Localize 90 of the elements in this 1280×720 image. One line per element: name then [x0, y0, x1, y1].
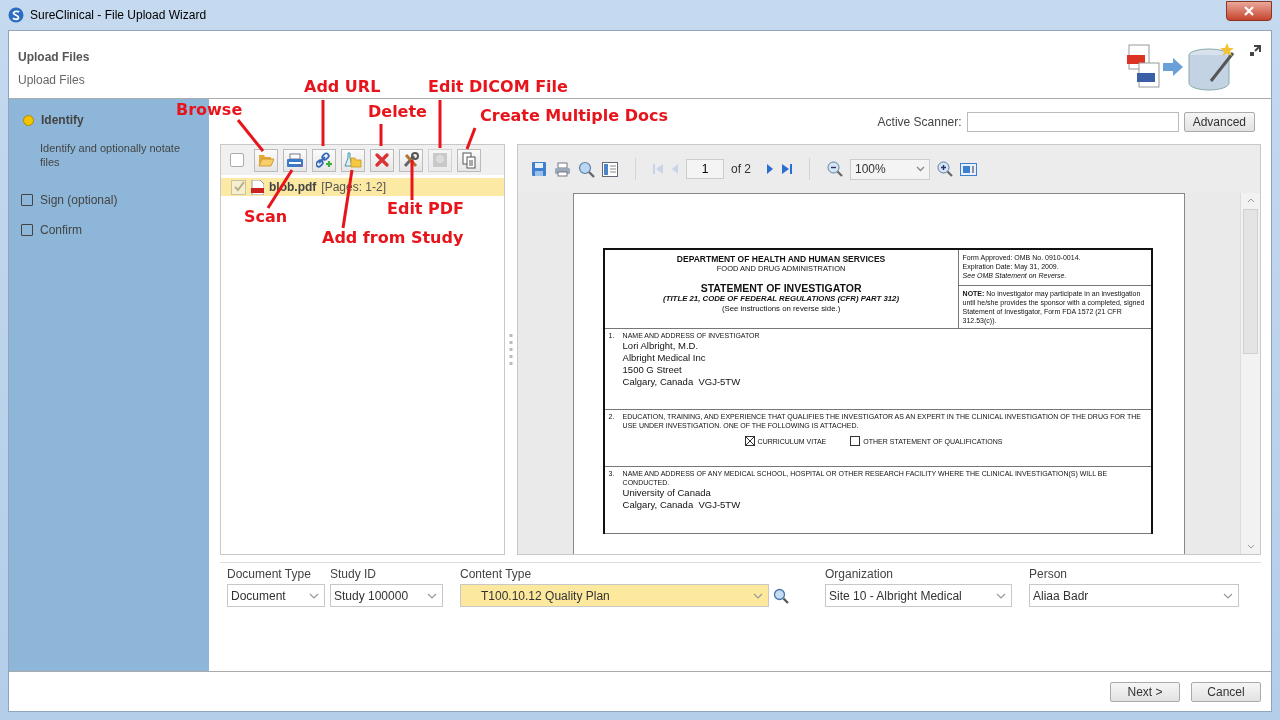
- section-text: Lori Albright, M.D.: [622, 340, 700, 352]
- documents-button[interactable]: [457, 148, 481, 172]
- leader-line: [438, 100, 442, 148]
- page-title: Upload Files: [18, 50, 90, 64]
- callout-label: Add URL: [304, 77, 381, 96]
- flask-folder-icon: [344, 152, 362, 168]
- callout-label: Edit DICOM File: [428, 77, 568, 96]
- scanner-button[interactable]: [283, 148, 307, 172]
- step-label[interactable]: Identify: [41, 113, 84, 127]
- footer-button[interactable]: Cancel: [1191, 681, 1261, 702]
- select-all-checkbox[interactable]: [230, 153, 244, 167]
- zoom-out-icon[interactable]: [827, 161, 843, 177]
- search-icon[interactable]: [578, 160, 595, 178]
- chevron-down-icon: [1223, 592, 1233, 599]
- tools-icon: [402, 151, 420, 169]
- page-subtitle: Upload Files: [18, 73, 85, 87]
- chevron-down-icon: [309, 592, 319, 599]
- leader-line: [321, 100, 325, 146]
- scroll-down-icon[interactable]: [1246, 544, 1255, 549]
- dropdown-field[interactable]: Site 10 - Albright Medical: [825, 584, 1012, 607]
- search-icon[interactable]: [773, 587, 789, 604]
- vertical-scrollbar[interactable]: [1240, 193, 1260, 554]
- section-text: Calgary, Canada VGJ-5TW: [622, 376, 742, 388]
- leader-line: [465, 127, 477, 150]
- zoom-in-icon[interactable]: [937, 161, 953, 177]
- leader-line: [379, 124, 383, 146]
- last-page-icon[interactable]: [781, 163, 792, 175]
- page-number-field[interactable]: 1: [686, 159, 724, 179]
- chevron-down-icon: [916, 166, 925, 172]
- panel-layout-icon[interactable]: [602, 161, 618, 177]
- step-label[interactable]: Sign (optional): [40, 193, 118, 207]
- zoom-dropdown[interactable]: 100%: [850, 158, 930, 180]
- chevron-down-icon: [996, 592, 1006, 599]
- footer-button[interactable]: Next >: [1110, 681, 1180, 702]
- callout-label: Browse: [176, 100, 243, 119]
- documents-icon: [462, 151, 476, 169]
- dropdown-field[interactable]: Document: [227, 584, 325, 607]
- dropdown-field[interactable]: Study 100000: [330, 584, 443, 607]
- callout-label: Create Multiple Docs: [480, 106, 668, 125]
- print-icon[interactable]: [554, 161, 571, 177]
- field-label: Study ID: [330, 567, 378, 581]
- tools-button[interactable]: [399, 148, 423, 172]
- step-label[interactable]: Confirm: [40, 223, 82, 237]
- folder-button[interactable]: [254, 148, 278, 172]
- chevron-down-icon: [753, 592, 763, 599]
- save-icon[interactable]: [531, 161, 547, 177]
- close-icon: [1244, 6, 1254, 16]
- expand-icon[interactable]: [1249, 45, 1261, 57]
- checkmark-icon: [232, 181, 245, 193]
- step-description: Identify and optionally notate files: [40, 141, 182, 169]
- leader-line: [410, 160, 414, 200]
- field-label: Content Type: [460, 567, 533, 581]
- section-text: Albright Medical Inc: [622, 352, 707, 364]
- splitter-handle-icon[interactable]: [509, 332, 513, 367]
- page-count: of 2: [731, 162, 751, 176]
- dropdown-field[interactable]: T100.10.12 Quality Plan: [460, 584, 769, 607]
- app-logo-icon: [8, 7, 24, 23]
- scanner-icon: [286, 152, 304, 168]
- folder-icon: [258, 153, 274, 167]
- window-title: SureClinical - File Upload Wizard: [30, 8, 208, 22]
- field-label: Person: [1029, 567, 1069, 581]
- link-plus-icon: [315, 152, 333, 168]
- form-agency: DEPARTMENT OF HEALTH AND HUMAN SERVICES: [675, 254, 887, 264]
- next-page-icon[interactable]: [766, 163, 774, 175]
- field-label: Document Type: [227, 567, 312, 581]
- callout-label: Delete: [368, 102, 427, 121]
- section-text: 1500 G Street: [622, 364, 683, 376]
- section-text: Calgary, Canada VGJ-5TW: [622, 499, 742, 511]
- callout-label: Edit PDF: [387, 199, 465, 218]
- advanced-button[interactable]: Advanced: [1183, 111, 1255, 132]
- flask-folder-button[interactable]: [341, 148, 365, 172]
- leader-line: [236, 119, 265, 152]
- delete-icon: [374, 152, 390, 168]
- link-plus-button[interactable]: [312, 148, 336, 172]
- delete-button[interactable]: [370, 148, 394, 172]
- pdf-file-icon: [251, 179, 264, 195]
- scroll-up-icon[interactable]: [1246, 198, 1255, 203]
- callout-label: Add from Study: [322, 228, 464, 247]
- close-button[interactable]: [1226, 1, 1272, 21]
- callout-label: Scan: [244, 207, 288, 226]
- file-checkbox[interactable]: [231, 179, 246, 195]
- form-title: STATEMENT OF INVESTIGATOR: [699, 282, 863, 294]
- image-icon: [432, 152, 448, 168]
- dropdown-field[interactable]: Aliaa Badr: [1029, 584, 1239, 607]
- scanner-label: Active Scanner:: [877, 114, 962, 129]
- section-text: University of Canada: [622, 487, 712, 499]
- fit-page-icon[interactable]: [960, 162, 977, 176]
- scanner-field[interactable]: [966, 111, 1179, 132]
- chevron-down-icon: [427, 592, 437, 599]
- field-label: Organization: [825, 567, 895, 581]
